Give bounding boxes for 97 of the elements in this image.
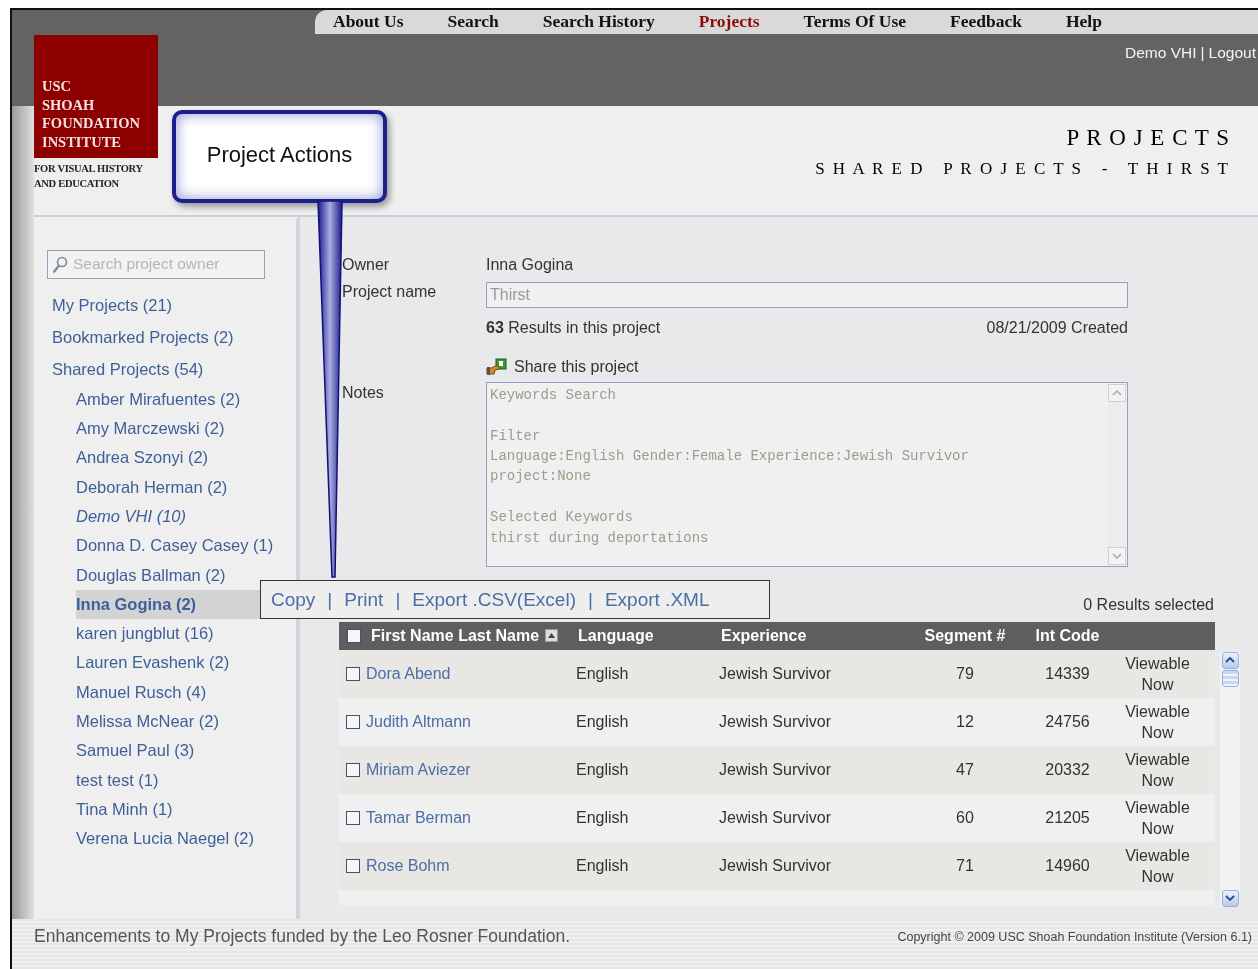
name-link[interactable]: Tamar Berman [366,808,471,827]
table-cell: Jewish Survivor [719,808,832,826]
action-link[interactable]: Export .XML [604,588,710,611]
share-link[interactable]: Share this project [514,357,639,376]
column-header[interactable]: Language [570,626,713,645]
nav-link[interactable]: Feedback [950,11,1022,33]
name-link[interactable]: Judith Altmann [366,712,471,731]
selection-count: 0 Results selected [1083,595,1214,614]
separator: | [587,588,593,611]
table-cell: 71 [956,856,974,874]
sidebar-item[interactable]: Samuel Paul (3) [76,736,296,766]
field-label: Owner [342,255,391,274]
nav-link[interactable]: About Us [333,11,404,33]
logout-link[interactable]: Logout [1208,43,1256,62]
sidebar-item[interactable]: Donna D. Casey Casey (1) [76,531,296,561]
field-label: Project name [342,282,438,301]
user-link[interactable]: Demo VHI [1125,43,1197,62]
column-header[interactable]: Experience [713,626,915,645]
table-cell-text: Viewable Now [1124,653,1191,695]
action-link[interactable]: Export .CSV(Excel) [412,588,576,611]
sidebar-item[interactable]: test test (1) [76,765,296,795]
owner-name: Inna Gogina [486,254,575,275]
sidebar-item[interactable]: Verena Lucia Naegel (2) [76,824,296,854]
row-checkbox[interactable] [346,810,360,825]
sidebar-item[interactable]: Andrea Szonyi (2) [76,443,296,473]
scroll-up-icon[interactable] [1225,657,1235,664]
scrollbar[interactable] [1220,651,1240,907]
sidebar-item[interactable]: Manuel Rusch (4) [76,677,296,707]
nav-link[interactable]: Search History [542,11,655,33]
table-cell: Jewish Survivor [719,856,832,874]
scroll-down-icon[interactable] [1225,895,1235,902]
sidebar-item[interactable]: Bookmarked Projects (2) [52,320,234,353]
row-checkbox[interactable] [346,762,360,777]
separator: | [327,588,333,611]
sidebar-item[interactable]: Lauren Evashenk (2) [76,648,296,678]
sidebar-item[interactable]: Amber Mirafuentes (2) [76,384,296,415]
table-cell-text: Viewable Now [1124,797,1191,839]
logo-text: USC SHOAH FOUNDATION INSTITUTE [42,77,141,151]
table-cell: Jewish Survivor [719,760,832,778]
field-label: Notes [342,383,385,402]
select-all-checkbox[interactable] [347,628,361,643]
sort-icon[interactable] [545,629,559,643]
row-checkbox[interactable] [346,714,360,729]
page-subtitle: S H A R E D P R O J E C T S - T H I R S T [815,159,1230,180]
table-cell: 60 [956,808,974,826]
callout: Project Actions [172,110,387,203]
table-cell: Jewish Survivor [719,664,832,682]
table-cell: 14960 [1045,856,1090,874]
page-title: P R O J E C T S [1066,125,1230,152]
separator: | [1200,43,1205,62]
nav-link[interactable]: Projects [698,11,760,33]
table-cell: English [576,856,629,874]
action-link[interactable]: Print [344,588,384,611]
logo-tagline: FOR VISUAL HISTORY AND EDUCATION [34,162,144,191]
sidebar-item[interactable]: Demo VHI (10) [76,501,296,532]
column-header[interactable]: Int Code [1015,626,1120,645]
column-header[interactable]: Segment # [915,626,1015,645]
table-cell: 24756 [1045,712,1090,730]
row-checkbox[interactable] [346,858,360,873]
column-header[interactable]: First Name Last Name [339,626,570,645]
table-cell: 12 [956,712,974,730]
nav-link[interactable]: Search [447,11,499,33]
search-field[interactable]: Search project owner [47,249,265,279]
name-link[interactable]: Dora Abend [366,664,451,683]
sidebar-item[interactable]: Amy Marczewski (2) [76,414,296,444]
table-cell: 21205 [1045,808,1090,826]
sidebar-item[interactable]: Tina Minh (1) [76,794,296,825]
results-count: 63 Results in this project [486,317,661,338]
table-cell: English [576,664,629,682]
sidebar-item[interactable]: Melissa McNear (2) [76,707,296,737]
name-link[interactable]: Rose Bohm [366,856,450,875]
share-icon [486,357,508,376]
table-cell-text: Viewable Now [1124,845,1191,887]
sidebar-item[interactable]: Douglas Ballman (2) [76,560,296,590]
table-cell-text: Viewable Now [1124,749,1191,791]
sidebar-item[interactable]: karen jungblut (16) [76,619,296,649]
sidebar-item[interactable]: Shared Projects (54) [52,352,204,385]
table-cell: Jewish Survivor [719,712,832,730]
created-date: 08/21/2009 Created [986,317,1128,338]
table-cell: English [576,760,629,778]
nav-link[interactable]: Terms Of Use [803,11,906,33]
table-cell: English [576,712,629,730]
table-cell: 47 [956,760,974,778]
copyright-text: Copyright © 2009 USC Shoah Foundation Institute (Version 6.1) [897,929,1252,944]
name-link[interactable]: Miriam Aviezer [366,760,471,779]
row-checkbox[interactable] [346,666,360,681]
sidebar-item[interactable]: My Projects (21) [52,288,173,321]
table-cell: 79 [956,664,974,682]
table-cell-text: Viewable Now [1124,701,1191,743]
table-cell: 20332 [1045,760,1090,778]
scroll-thumb[interactable] [1221,669,1239,687]
footer-credit: Enhancements to My Projects funded by the Leo Rosner Foundation. [34,925,570,947]
nav-link[interactable]: Help [1065,11,1102,33]
sidebar-item[interactable]: Deborah Herman (2) [76,472,296,502]
table-cell: 14339 [1045,664,1090,682]
table-cell: English [576,808,629,826]
separator: | [395,588,401,611]
